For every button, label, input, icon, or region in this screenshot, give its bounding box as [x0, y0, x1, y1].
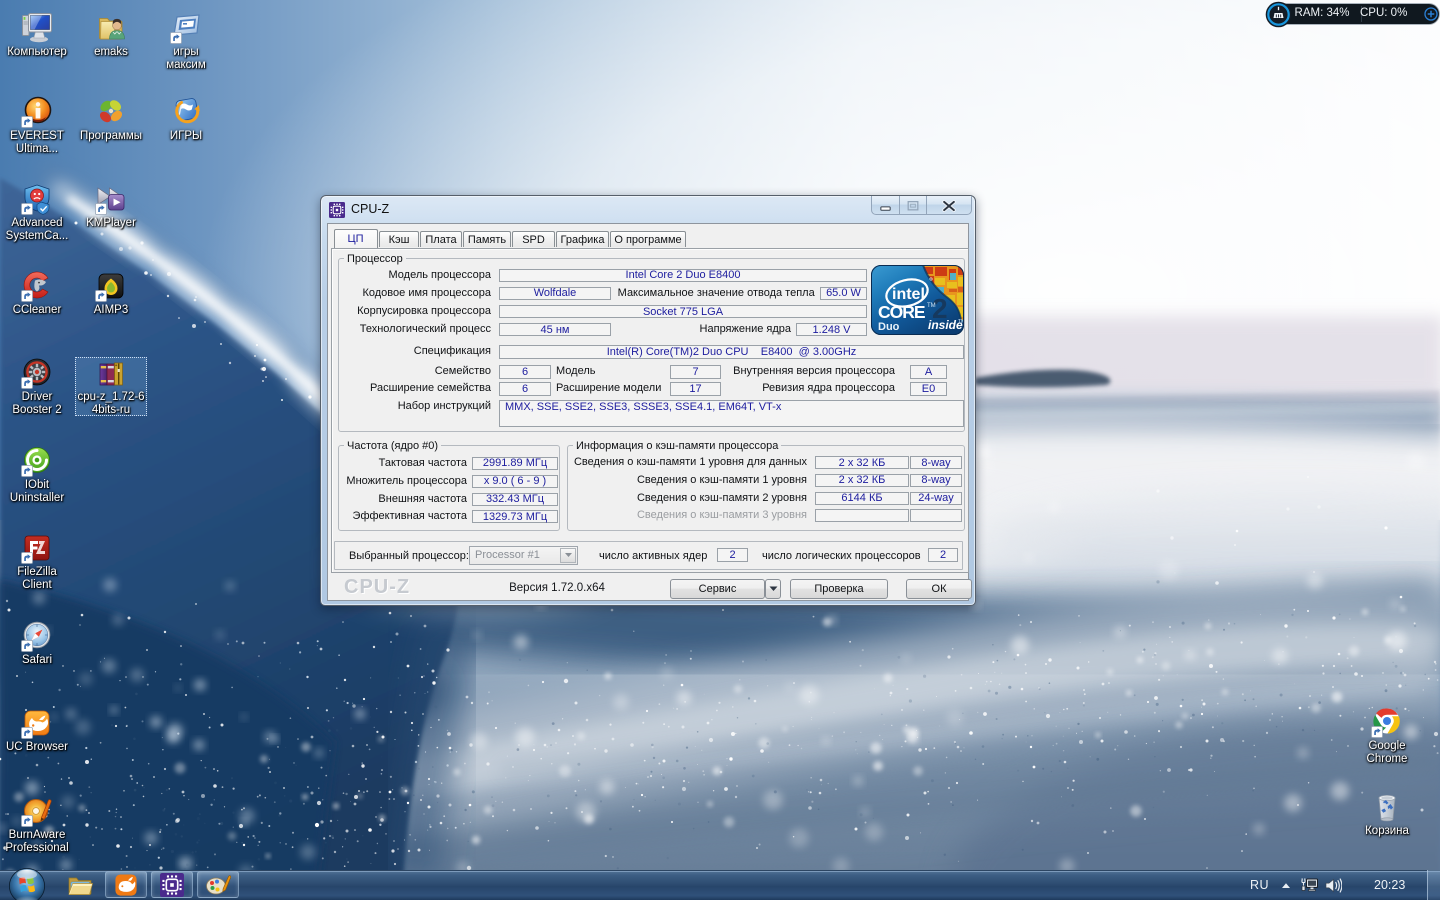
svg-text:CORE: CORE — [878, 302, 925, 322]
svg-text:TM: TM — [927, 303, 936, 309]
svg-text:intel: intel — [892, 286, 925, 303]
svg-text:Duo: Duo — [878, 321, 900, 333]
